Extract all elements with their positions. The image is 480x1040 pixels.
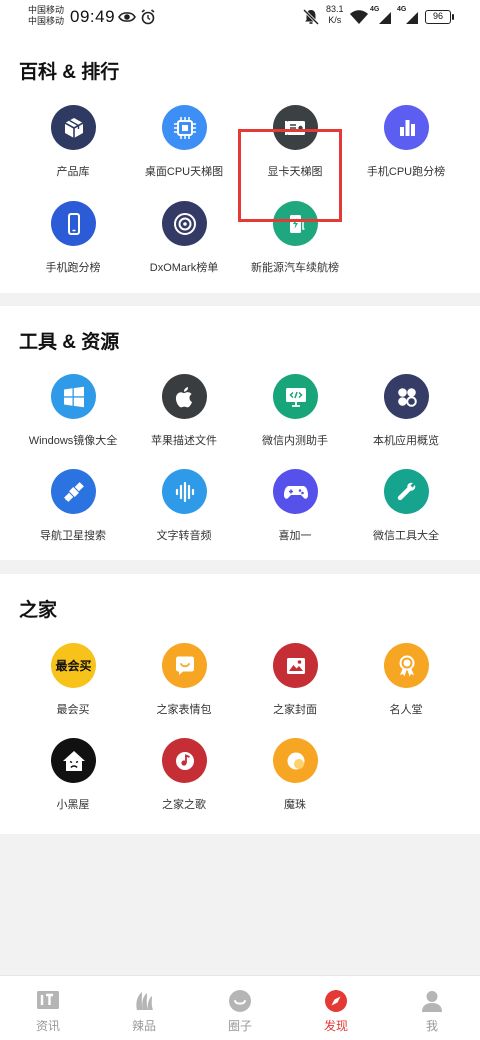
network-speed: 83.1 K/s <box>326 4 344 26</box>
nav-label: 资讯 <box>35 1019 60 1033</box>
section-home: 之家 最会买 最会买 之家表情包 之家封面 名人堂 小黑屋 之家之歌 魔珠 <box>0 574 480 834</box>
zuihuimai-logo-text: 最会买 <box>55 659 92 673</box>
item-label: 本机应用概览 <box>373 435 439 447</box>
nav-deals[interactable]: 辣品 <box>96 976 192 1040</box>
wrench-icon <box>384 469 429 514</box>
item-label: 苹果描述文件 <box>151 435 217 447</box>
picture-icon <box>273 643 318 688</box>
satellite-icon <box>51 469 96 514</box>
item-label: 名人堂 <box>389 704 423 716</box>
sad-house-icon <box>51 738 96 783</box>
section-title: 工具 & 资源 <box>19 332 120 353</box>
item-label: 桌面CPU天梯图 <box>144 166 224 178</box>
bottom-nav: 资讯 辣品 圈子 发现 我 <box>0 975 480 1040</box>
carrier-1: 中国移动 <box>28 5 65 15</box>
item-label: 新能源汽车续航榜 <box>251 262 339 274</box>
battery-tip <box>452 14 454 20</box>
nav-label: 发现 <box>323 1019 348 1033</box>
camera-lens-icon <box>162 201 207 246</box>
person-icon <box>422 991 442 1012</box>
speed-unit: K/s <box>328 15 342 25</box>
section-encyclopedia-rankings: 百科 & 排行 产品库 桌面CPU天梯图 显卡天梯图 手机CPU跑分榜 手机跑分… <box>0 34 480 293</box>
zuihuimai-logo-icon: 最会买 <box>51 643 96 688</box>
section-title: 之家 <box>19 600 58 621</box>
item-label: 最会买 <box>56 704 90 716</box>
bar-chart-icon <box>384 105 429 150</box>
mute-bell-icon <box>302 8 320 26</box>
item-label: 魔珠 <box>284 799 306 811</box>
item-label: 喜加一 <box>278 530 312 542</box>
item-label: 文字转音频 <box>156 530 212 542</box>
nav-label: 辣品 <box>131 1019 156 1033</box>
music-disc-icon <box>162 738 207 783</box>
signal-2-icon <box>406 12 418 24</box>
section-title: 百科 & 排行 <box>19 62 120 83</box>
sound-wave-icon <box>162 469 207 514</box>
clock: 09:49 <box>70 7 116 26</box>
it-news-icon <box>37 991 59 1009</box>
highlight-box <box>238 129 342 222</box>
carrier-2: 中国移动 <box>28 16 65 26</box>
alarm-icon <box>141 9 155 25</box>
item-label: 之家封面 <box>273 704 317 716</box>
battery-icon: 96 <box>425 10 451 24</box>
smartphone-icon <box>51 201 96 246</box>
item-label: 小黑屋 <box>56 799 90 811</box>
smile-bubble-icon <box>162 643 207 688</box>
item-label: Windows镜像大全 <box>28 435 118 447</box>
windows-logo-icon <box>51 374 96 419</box>
apple-logo-icon <box>162 374 207 419</box>
nav-news[interactable]: 资讯 <box>0 976 96 1040</box>
item-label: 产品库 <box>56 166 90 178</box>
chili-icon <box>136 992 153 1010</box>
cpu-chip-icon <box>162 105 207 150</box>
eye-icon <box>118 12 136 22</box>
gamepad-icon <box>273 469 318 514</box>
nav-label: 圈子 <box>227 1019 252 1033</box>
smile-circle-icon <box>229 990 251 1012</box>
item-label: 导航卫星搜索 <box>40 530 106 542</box>
item-label: 微信工具大全 <box>373 530 439 542</box>
cube-icon <box>51 105 96 150</box>
magic-orb-icon <box>273 738 318 783</box>
item-label: 之家之歌 <box>162 799 206 811</box>
code-screen-icon <box>273 374 318 419</box>
carrier-info: 中国移动 中国移动 <box>28 5 64 27</box>
signal-1-icon <box>379 12 391 24</box>
nav-label: 我 <box>425 1019 438 1033</box>
wifi-icon <box>350 10 368 24</box>
status-bar: 中国移动 中国移动 09:49 83.1 K/s 4G 4G 96 <box>0 0 480 34</box>
speed-value: 83.1 <box>326 4 344 14</box>
item-label: DxOMark榜单 <box>149 262 219 274</box>
nav-circle[interactable]: 圈子 <box>192 976 288 1040</box>
item-label: 微信内测助手 <box>262 435 328 447</box>
item-label: 之家表情包 <box>156 704 212 716</box>
item-label: 手机跑分榜 <box>45 262 101 274</box>
compass-icon <box>325 990 347 1012</box>
app-grid-icon <box>384 374 429 419</box>
nav-discover[interactable]: 发现 <box>288 976 384 1040</box>
nav-me[interactable]: 我 <box>384 976 480 1040</box>
section-tools-resources: 工具 & 资源 Windows镜像大全 苹果描述文件 微信内测助手 本机应用概览… <box>0 306 480 560</box>
item-label: 手机CPU跑分榜 <box>366 166 446 178</box>
medal-icon <box>384 643 429 688</box>
